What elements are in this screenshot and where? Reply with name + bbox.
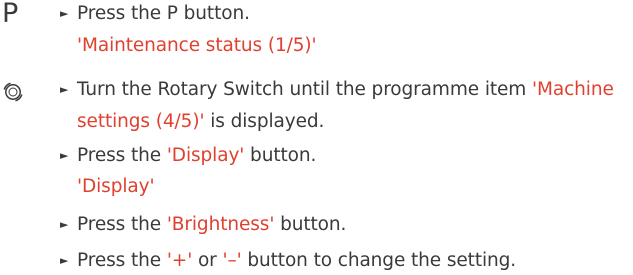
programme-item: 'Machine [532,79,614,100]
display-maintenance-status: 'Maintenance status (1/5)' [60,33,317,59]
bullet-arrow-icon: ► [60,218,69,231]
rotary-switch-icon [1,80,25,108]
step-text: Press the [77,250,167,271]
instruction-document: P ► Press the P button. 'Maintenance stat… [0,0,633,275]
step-turn-rotary-cont: settings (4/5)' is displayed. [60,109,324,135]
bullet-arrow-icon: ► [60,83,69,96]
step-press-display: ► Press the 'Display' button. [60,143,316,169]
step-text: Turn the Rotary Switch until the program… [77,79,532,100]
display-button-label: 'Display' [166,145,245,166]
step-text: is displayed. [204,111,325,132]
bullet-arrow-icon: ► [60,149,69,162]
p-button-symbol: P [2,0,19,29]
step-text: button. [274,214,347,235]
programme-item: settings (4/5)' [77,111,205,132]
step-text: button. [244,145,317,166]
display-text: 'Display' [77,176,155,197]
bullet-arrow-icon: ► [60,254,69,267]
step-text: Press the [77,145,167,166]
step-change-setting: ► Press the '+' or '–' button to change t… [60,248,516,274]
bullet-arrow-icon: ► [60,7,69,20]
step-press-brightness: ► Press the 'Brightness' button. [60,212,346,238]
display-display-menu: 'Display' [60,174,155,200]
step-text: button to change the setting. [241,250,517,271]
step-press-p: ► Press the P button. [60,1,250,27]
plus-button-label: '+' [166,250,193,271]
step-text: Press the P button. [77,3,250,24]
step-text: Press the [77,214,167,235]
step-text: or [192,250,223,271]
minus-button-label: '–' [222,250,242,271]
brightness-button-label: 'Brightness' [166,214,275,235]
display-text: 'Maintenance status (1/5)' [77,35,317,56]
step-turn-rotary: ► Turn the Rotary Switch until the progra… [60,77,614,103]
